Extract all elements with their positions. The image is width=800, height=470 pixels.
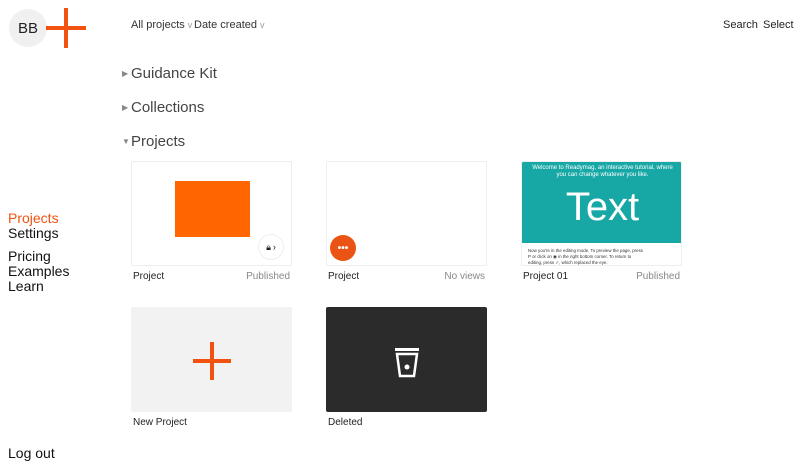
- plus-icon: [193, 342, 231, 380]
- nav-examples[interactable]: Examples: [8, 264, 69, 279]
- sort-label: Date created: [194, 19, 257, 31]
- project-status: No views: [444, 271, 485, 282]
- sort-date-created[interactable]: Date created v: [194, 19, 264, 31]
- caret-down-icon: ▼: [122, 137, 130, 146]
- section-collections[interactable]: ▶ Collections: [122, 99, 204, 116]
- project-status: Published: [636, 271, 680, 282]
- project-thumbnail: Welcome to Readymag, an interactive tuto…: [522, 162, 681, 243]
- deleted-folder[interactable]: [326, 307, 487, 412]
- chevron-down-icon: v: [187, 20, 193, 30]
- nav-pricing[interactable]: Pricing: [8, 249, 51, 264]
- deleted-label[interactable]: Deleted: [328, 417, 362, 428]
- new-project-button[interactable]: [131, 307, 292, 412]
- project-title[interactable]: Project: [133, 271, 164, 282]
- filter-label: All projects: [131, 19, 185, 31]
- project-title[interactable]: Project 01: [523, 271, 568, 282]
- section-label: Projects: [131, 133, 186, 150]
- section-projects[interactable]: ▼ Projects: [122, 133, 185, 150]
- new-project-label[interactable]: New Project: [133, 417, 187, 428]
- section-label: Collections: [131, 99, 205, 116]
- nav-learn[interactable]: Learn: [8, 279, 44, 294]
- logout-link[interactable]: Log out: [8, 446, 55, 461]
- thumb-intro: Welcome to Readymag, an interactive tuto…: [532, 165, 673, 178]
- trash-icon: [395, 348, 419, 378]
- filter-all-projects[interactable]: All projects v: [131, 19, 192, 31]
- caret-right-icon: ▶: [122, 69, 129, 78]
- section-guidance-kit[interactable]: ▶ Guidance Kit: [122, 65, 217, 82]
- more-options-button[interactable]: •••: [330, 235, 356, 261]
- nav-settings[interactable]: Settings: [8, 226, 59, 241]
- project-card[interactable]: •••: [326, 161, 487, 266]
- avatar[interactable]: BB: [9, 9, 47, 47]
- chevron-right-icon: ›: [272, 242, 276, 252]
- project-title[interactable]: Project: [328, 271, 359, 282]
- project-card[interactable]: Welcome to Readymag, an interactive tuto…: [521, 161, 682, 266]
- caret-right-icon: ▶: [122, 103, 129, 112]
- project-thumbnail: [175, 181, 250, 237]
- section-label: Guidance Kit: [131, 65, 217, 82]
- lock-icon: 🔒︎: [266, 241, 271, 252]
- thumb-body: Now you're in the editing mode. To previ…: [528, 248, 643, 265]
- project-card[interactable]: 🔒︎ ›: [131, 161, 292, 266]
- logo-plus-icon[interactable]: [46, 8, 86, 48]
- nav-projects[interactable]: Projects: [8, 211, 59, 226]
- project-status: Published: [246, 271, 290, 282]
- project-access-button[interactable]: 🔒︎ ›: [258, 234, 284, 260]
- thumb-heading: Text: [565, 185, 640, 229]
- select-button[interactable]: Select: [763, 19, 794, 31]
- search-button[interactable]: Search: [723, 19, 758, 31]
- chevron-down-icon: v: [259, 20, 265, 30]
